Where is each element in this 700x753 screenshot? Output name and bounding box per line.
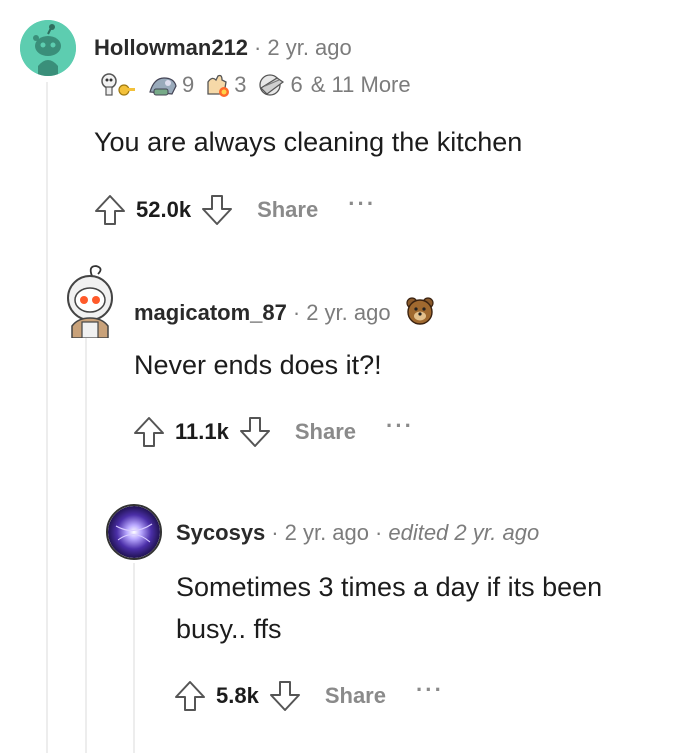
comment-actions: 11.1k Share ···: [131, 413, 414, 450]
comment-meta: magicatom_87 · 2 yr. ago: [134, 296, 435, 332]
username[interactable]: Sycosys: [176, 520, 265, 545]
more-options-button[interactable]: ···: [416, 677, 444, 703]
comment-body: Sometimes 3 times a day if its been busy…: [176, 566, 602, 650]
more-options-button[interactable]: ···: [386, 413, 414, 439]
astronaut-avatar-icon: [67, 265, 113, 339]
separator-dot: ·: [254, 35, 262, 60]
vote-score: 5.8k: [216, 683, 259, 708]
username[interactable]: Hollowman212: [94, 35, 248, 60]
timestamp[interactable]: 2 yr. ago: [267, 35, 351, 60]
galaxy-avatar-icon: [108, 506, 160, 558]
timestamp[interactable]: 2 yr. ago: [306, 300, 390, 325]
downvote-icon[interactable]: [237, 414, 273, 450]
upvote-icon[interactable]: [92, 192, 128, 228]
helpful-hand-icon: [202, 72, 232, 98]
awards-row[interactable]: 9 3 6 & 11 More: [100, 72, 411, 98]
vote-score: 52.0k: [136, 197, 192, 222]
snoo-avatar-icon: [20, 20, 76, 76]
upvote-icon[interactable]: [131, 414, 167, 450]
share-button[interactable]: Share: [325, 683, 386, 709]
edited-label: edited 2 yr. ago: [388, 520, 540, 545]
downvote-icon[interactable]: [267, 678, 303, 714]
more-options-button[interactable]: ···: [348, 191, 376, 217]
separator-dot: ·: [375, 520, 383, 545]
bear-emoji-icon: [405, 296, 435, 332]
username[interactable]: magicatom_87: [134, 300, 287, 325]
avatar[interactable]: [62, 262, 118, 339]
vote-score: 11.1k: [175, 419, 229, 444]
comment-body-line: Sometimes 3 times a day if its been: [176, 572, 603, 602]
awards-more-label[interactable]: & 11 More: [311, 72, 411, 98]
separator-dot: ·: [292, 299, 301, 325]
share-button[interactable]: Share: [257, 197, 318, 223]
thread-line[interactable]: [85, 338, 87, 753]
avatar[interactable]: [20, 20, 76, 76]
comment-actions: 5.8k Share ···: [172, 677, 444, 714]
comment-body: You are always cleaning the kitchen: [94, 127, 523, 157]
skeleton-key-icon: [100, 72, 136, 98]
avatar[interactable]: [106, 504, 162, 560]
share-button[interactable]: Share: [295, 419, 356, 445]
comment-meta: Sycosys · 2 yr. ago · edited 2 yr. ago: [176, 520, 539, 546]
facepalm-icon: [255, 72, 289, 98]
comment-actions: 52.0k Share ···: [92, 191, 376, 228]
comment-body: Never ends does it?!: [134, 350, 382, 380]
downvote-icon[interactable]: [199, 192, 235, 228]
wholesome-seal-icon: [146, 72, 180, 98]
thread-line[interactable]: [46, 82, 48, 753]
separator-dot: ·: [271, 520, 279, 545]
comment-meta: Hollowman212 · 2 yr. ago: [94, 35, 352, 61]
upvote-icon[interactable]: [172, 678, 208, 714]
timestamp[interactable]: 2 yr. ago: [285, 520, 369, 545]
comment-body-line: busy.. ffs: [176, 614, 282, 644]
thread-line[interactable]: [133, 563, 135, 753]
